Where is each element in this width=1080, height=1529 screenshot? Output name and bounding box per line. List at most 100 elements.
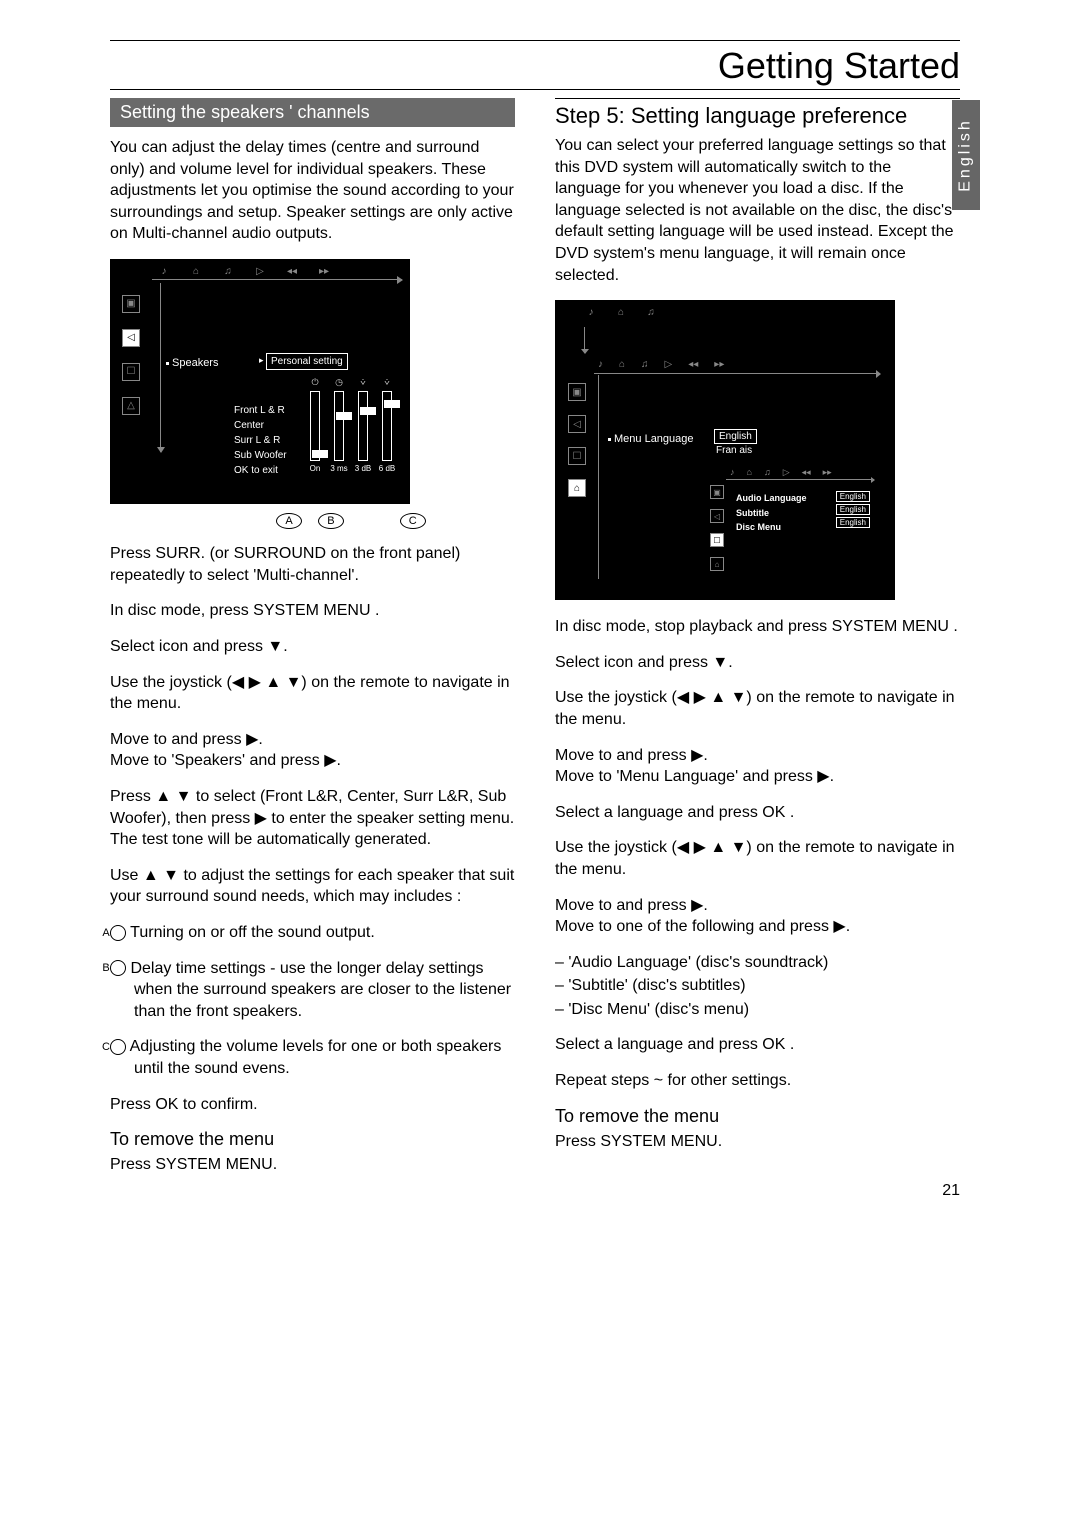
left-step-3: Select icon and press ▼. [110,636,515,658]
r-s7b: Move to one of the following and press ▶… [555,918,850,935]
lock-icon: △ [122,397,140,415]
speaker-rows: Front L & R Center Surr L & R Sub Woofer… [234,403,287,478]
tuner-icon: ♪ [157,266,171,276]
r-s7a: Move to and press ▶. [555,897,708,914]
d2s-icon-row: ♪ ⌂ ♫ ▷ ◂◂ ▸▸ [730,467,832,478]
val-disc: English [836,517,870,528]
sub-vals: English English English [836,491,870,530]
rewind-icon: ◂◂ [688,359,698,370]
slider-on: ⏻ On [306,391,324,473]
columns: Setting the speakers ' channels You can … [110,98,960,1190]
top-rule [110,40,960,41]
screen-icon: ⌂ [614,307,628,317]
language-intro: You can select your preferred language s… [555,135,960,286]
audio-icon: ♫ [641,359,649,370]
forward-icon: ▸▸ [714,359,724,370]
audio-icon: ♫ [221,266,235,276]
tuner-icon: ♪ [584,307,598,317]
photo-icon: ▣ [122,295,140,313]
language-tab: English [952,100,980,210]
d2-left-icons: ▣ ◁ ☐ ⌂ [568,383,586,497]
section-bar-speakers: Setting the speakers ' channels [110,98,515,127]
right-step-4: Move to and press ▶. Move to 'Menu Langu… [555,745,960,788]
row-center: Center [234,418,287,433]
cap-3ms: 3 ms [330,464,348,473]
tuner-icon: ♪ [598,359,603,370]
val-audio: English [836,491,870,502]
callout-c: C [400,513,426,529]
left-opt-b: B Delay time settings - use the longer d… [110,958,515,1023]
left-opt-c: C Adjusting the volume levels for one or… [110,1036,515,1079]
francais-option: Fran ais [716,445,752,456]
right-remove-head: To remove the menu [555,1106,960,1127]
optB-text: Delay time settings - use the longer del… [130,960,511,1020]
slider-vol1: ⩒ 3 dB [354,391,372,473]
right-step-9: Repeat steps ~ for other settings. [555,1070,960,1092]
speakers-label: Speakers [172,357,218,369]
photo-icon: ▣ [710,485,724,499]
audio-icon: ♫ [644,307,658,317]
screen-icon: ⌂ [189,266,203,276]
speakers-diagram: ♪ ⌂ ♫ ▷ ◂◂ ▸▸ ▣ ◁ ☐ △ Speakers Personal … [110,259,410,504]
diagram-top-icons: ♪ ⌂ ♫ ▷ ◂◂ ▸▸ [157,265,402,277]
callout-b: B [318,513,344,529]
play-icon: ▷ [665,359,673,370]
cap-on: On [306,464,324,473]
left-s6b: The test tone will be automatically gene… [110,831,431,848]
val-subtitle: English [836,504,870,515]
english-option: English [714,429,757,444]
left-step-6: Press ▲ ▼ to select (Front L&R, Center, … [110,786,515,851]
play-icon: ▷ [253,266,267,276]
power-icon: ⏻ [306,377,324,388]
optA-text: Turning on or off the sound output. [130,924,375,941]
r-s4a: Move to and press ▶. [555,747,708,764]
right-step-8: Select a language and press OK . [555,1034,960,1056]
rewind-icon: ◂◂ [285,266,299,276]
left-remove-head: To remove the menu [110,1129,515,1150]
rewind-icon: ◂◂ [802,467,811,478]
vol2-icon: ⩒ [378,377,396,388]
vert-arrow [160,283,161,452]
speakers-intro: You can adjust the delay times (centre a… [110,137,515,245]
left-step-5: Move to and press ▶. Move to 'Speakers' … [110,729,515,772]
left-step-4: Use the joystick (◀ ▶ ▲ ▼) on the remote… [110,672,515,715]
language-diagram: ♪ ⌂ ♫ ♪ ⌂ ♫ ▷ ◂◂ ▸▸ [555,300,895,600]
d2-icon-row: ♪ ⌂ ♫ ▷ ◂◂ ▸▸ [598,359,724,370]
tuner-icon: ♪ [730,467,735,478]
menu-language-label: Menu Language [614,433,694,445]
slider-group: ⏻ On ◷ 3 ms ⩒ 3 dB ⩒ [306,391,398,473]
right-li1: – 'Audio Language' (disc's soundtrack) [555,952,960,974]
screen-icon: ⌂ [747,467,752,478]
right-li3: – 'Disc Menu' (disc's menu) [555,999,960,1021]
left-column: Setting the speakers ' channels You can … [110,98,515,1190]
right-step-5: Select a language and press OK . [555,802,960,824]
d2s-harrow [726,479,874,480]
photo-icon: ▣ [568,383,586,401]
row-front: Front L & R [234,403,287,418]
left-step-7: Use ▲ ▼ to adjust the settings for each … [110,865,515,908]
subtitle-icon: ☐ [122,363,140,381]
mute-icon: ◁ [568,415,586,433]
audio-icon: ♫ [764,467,771,478]
d2-vline [598,375,599,579]
d2-harrow [594,373,880,374]
optC-text: Adjusting the volume levels for one or b… [130,1038,502,1077]
subtitle-icon: ☐ [710,533,724,547]
left-step-8: Press OK to confirm. [110,1094,515,1116]
lock-icon: ⌂ [710,557,724,571]
right-step-7: Move to and press ▶. Move to one of the … [555,895,960,938]
callout-a: A [276,513,302,529]
left-remove-body: Press SYSTEM MENU. [110,1154,515,1176]
subtitle: Subtitle [736,506,807,520]
row-sub: Sub Woofer [234,448,287,463]
forward-icon: ▸▸ [317,266,331,276]
d2s-left-icons: ▣ ◁ ☐ ⌂ [710,485,724,571]
page-number: 21 [942,1182,960,1200]
page-title: Getting Started [110,45,960,87]
d2-submenu: ♪ ⌂ ♫ ▷ ◂◂ ▸▸ ▣ ◁ ☐ ⌂ [708,465,878,583]
language-tab-label: English [957,118,975,191]
r-s4b: Move to 'Menu Language' and press ▶. [555,768,834,785]
right-step-6: Use the joystick (◀ ▶ ▲ ▼) on the remote… [555,837,960,880]
sub-items: Audio Language Subtitle Disc Menu [736,491,807,534]
audio-language: Audio Language [736,491,807,505]
